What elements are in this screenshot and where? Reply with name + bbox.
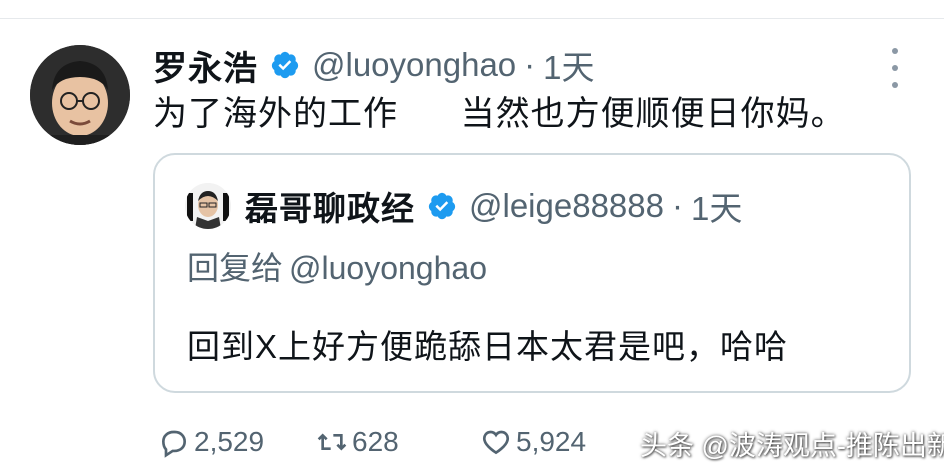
tweet-header: 罗永浩 @luoyonghao · 1天 [153, 42, 595, 88]
author-avatar[interactable] [30, 45, 130, 145]
tweet-text: 为了海外的工作 当然也方便顺便日你妈。 [153, 95, 846, 133]
like-count: 5,924 [516, 426, 587, 457]
reply-context: 回复给 @luoyonghao [187, 243, 487, 289]
quoted-tweet-time[interactable]: 1天 [691, 182, 742, 230]
like-button[interactable]: 5,924 [480, 418, 586, 466]
reply-icon [161, 430, 187, 458]
verified-badge-icon [427, 191, 457, 221]
top-divider [0, 18, 944, 19]
reply-count: 2,529 [194, 426, 265, 457]
retweet-icon [317, 433, 347, 451]
like-icon [482, 430, 510, 455]
author-display-name[interactable]: 罗永浩 [153, 41, 258, 90]
reply-to-handle[interactable]: @luoyonghao [289, 250, 487, 286]
quoted-header-separator: · [672, 187, 683, 224]
verified-badge-icon [270, 50, 300, 80]
reply-button[interactable]: 2,529 [158, 418, 264, 466]
retweet-count: 628 [352, 426, 399, 457]
watermark: 头条 @波涛观点-推陈出新 [640, 431, 944, 461]
quoted-author-avatar[interactable] [185, 183, 231, 229]
more-vertical-icon[interactable] [885, 48, 905, 88]
quoted-author-display-name[interactable]: 磊哥聊政经 [245, 182, 415, 230]
quoted-tweet-text: 回到X上好方便跪舔日本太君是吧，哈哈 [187, 328, 789, 365]
header-separator: · [524, 46, 536, 83]
quoted-tweet-header: 磊哥聊政经 @leige88888 · 1天 [245, 183, 742, 229]
quoted-author-handle[interactable]: @leige88888 [469, 187, 664, 225]
reply-prefix: 回复给 [187, 250, 284, 286]
author-handle[interactable]: @luoyonghao [312, 46, 516, 84]
tweet-time[interactable]: 1天 [543, 41, 594, 89]
quoted-tweet-card[interactable]: 磊哥聊政经 @leige88888 · 1天 回复给 @luoyonghao 回到… [153, 153, 911, 393]
retweet-button[interactable]: 628 [316, 418, 399, 466]
